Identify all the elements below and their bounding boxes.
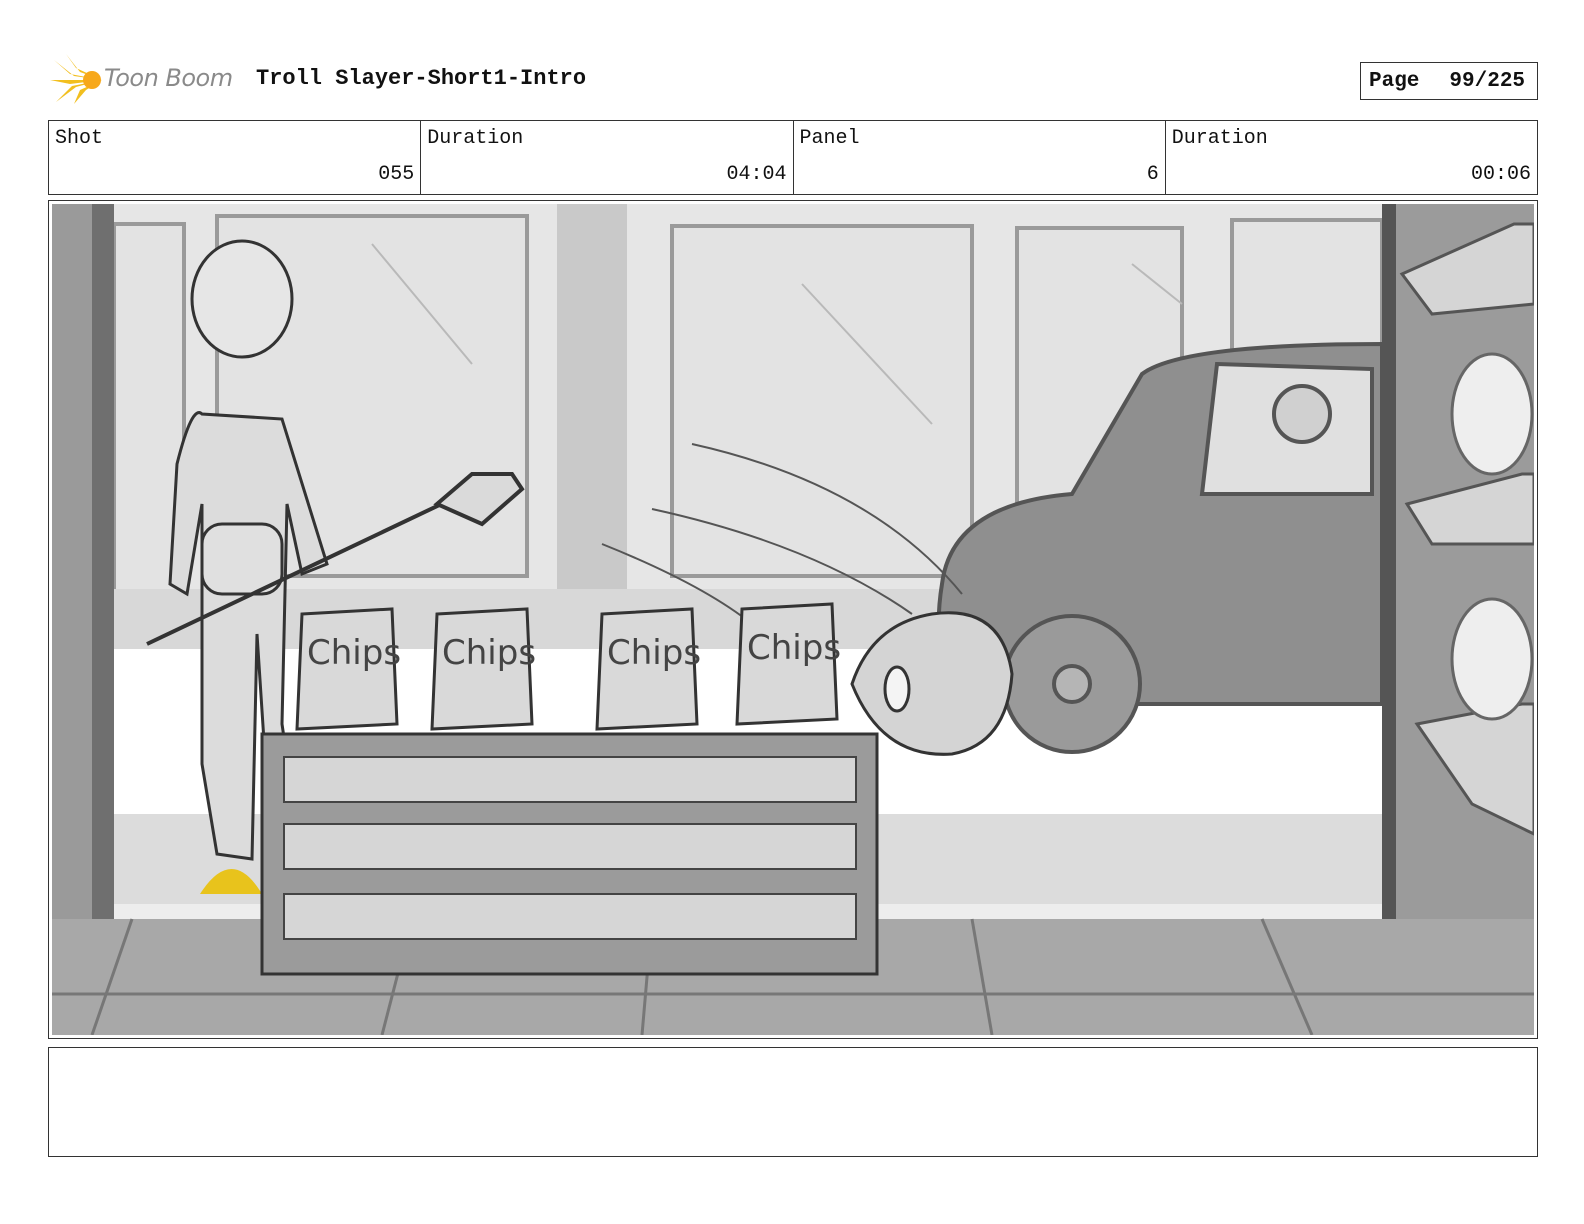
page-indicator: Page 99/225 xyxy=(1360,62,1538,100)
shot-duration-cell: Duration 04:04 xyxy=(421,121,794,194)
toon-boom-logo: Toon Boom xyxy=(50,54,240,106)
starburst-icon xyxy=(50,54,102,104)
panel-duration-value: 00:06 xyxy=(1470,163,1531,186)
panel-cell: Panel 6 xyxy=(794,121,1166,194)
shot-duration-label: Duration xyxy=(427,127,524,150)
chips-bag-label: Chips xyxy=(307,633,401,673)
panel-label: Panel xyxy=(799,127,860,150)
chips-shelf xyxy=(260,732,879,976)
chips-bag-label: Chips xyxy=(747,628,841,668)
panel-value: 6 xyxy=(1146,163,1159,186)
project-title: Troll Slayer-Short1-Intro xyxy=(256,66,587,91)
dialogue-notes-box[interactable] xyxy=(48,1047,1538,1157)
storyboard-panel: Chips Chips Chips Chips xyxy=(48,200,1538,1039)
shot-cell: Shot 055 xyxy=(49,121,422,194)
shot-duration-value: 04:04 xyxy=(726,163,787,186)
panel-duration-cell: Duration 00:06 xyxy=(1166,121,1537,194)
shot-value: 055 xyxy=(378,163,415,186)
page-label: Page xyxy=(1369,69,1420,93)
shot-label: Shot xyxy=(55,127,104,150)
logo-text: Toon Boom xyxy=(104,64,233,92)
chips-bag-label: Chips xyxy=(607,633,701,673)
shot-info-row: Shot 055 Duration 04:04 Panel 6 Duration… xyxy=(48,120,1538,195)
chips-bag-label: Chips xyxy=(442,633,536,673)
page-value: 99/225 xyxy=(1449,69,1526,93)
panel-duration-label: Duration xyxy=(1171,127,1268,150)
panel-drawing: Chips Chips Chips Chips xyxy=(52,204,1534,1035)
